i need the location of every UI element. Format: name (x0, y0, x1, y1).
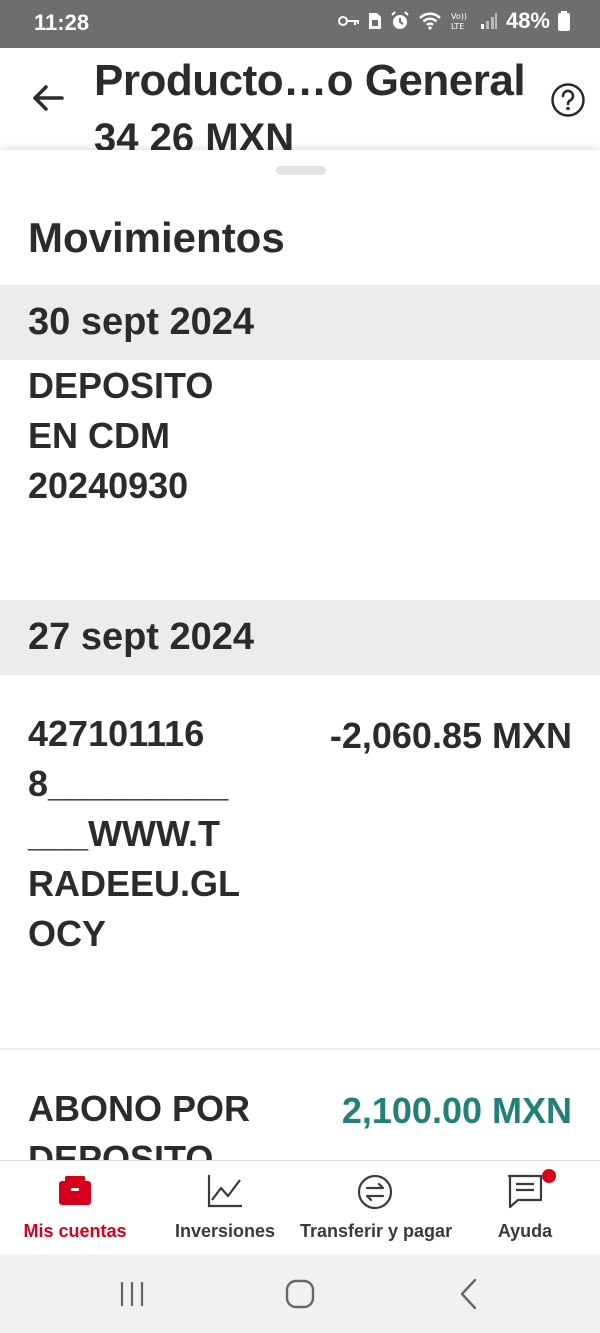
transaction-description-line: 427101116 (28, 713, 205, 754)
volte-icon: Vo))LTE (451, 12, 467, 31)
key-icon (337, 16, 359, 26)
transaction-amount: 2,100.00 MXN (341, 1090, 572, 1131)
question-circle-icon[interactable] (550, 82, 586, 118)
transaction-item[interactable]: DEPOSITO EN CDM 20240930 (28, 361, 278, 511)
chat-icon (507, 1174, 543, 1209)
transaction-description-line: DEPOSITO (28, 1138, 214, 1160)
transaction-item[interactable]: 427101116 8_________ ___WWW.T RADEEU.GL … (28, 709, 278, 959)
nav-item-transferir-y-pagar[interactable]: Transferir y pagar (300, 1161, 453, 1255)
notification-dot (542, 1169, 556, 1183)
sim-icon (368, 13, 381, 29)
nav-item-mis-cuentas[interactable]: Mis cuentas (0, 1161, 150, 1255)
transaction-description-line: 8_________ (28, 763, 229, 804)
movements-sheet[interactable]: Movimientos 30 sept 2024 DEPOSITO EN CDM… (0, 150, 600, 1160)
transaction-amount: -2,060.85 MXN (329, 715, 572, 756)
signal-icon (480, 13, 497, 29)
status-icons: Vo)) LTE 48% (337, 8, 570, 34)
transaction-description-line: RADEEU.GL (28, 863, 241, 904)
transaction-description-line: ___WWW.T (28, 813, 221, 854)
sheet-drag-handle[interactable] (276, 166, 326, 175)
alarm-icon (391, 11, 409, 29)
chart-line-icon (207, 1175, 242, 1208)
home-icon[interactable] (282, 1276, 318, 1312)
transaction-description-line: 20240930 (28, 465, 189, 506)
arrow-left-icon[interactable] (28, 78, 68, 118)
wifi-icon (419, 12, 441, 30)
nav-item-ayuda[interactable]: Ayuda (450, 1161, 600, 1255)
wallet-icon (59, 1176, 91, 1205)
nav-item-inversiones[interactable]: Inversiones (150, 1161, 300, 1255)
battery-icon (558, 11, 570, 31)
recents-icon[interactable] (114, 1276, 150, 1312)
transaction-description-line: OCY (28, 913, 107, 954)
nav-label: Mis cuentas (23, 1221, 127, 1241)
app-header: Producto…o General 34 26 MXN (0, 48, 600, 150)
nav-label: Inversiones (174, 1221, 276, 1241)
transaction-description-line: DEPOSITO (28, 365, 214, 406)
svg-text:Vo)): Vo)) (451, 12, 467, 21)
svg-text:LTE: LTE (451, 22, 464, 31)
battery-percent: 48% (505, 8, 550, 33)
nav-label: Transferir y pagar (300, 1221, 453, 1241)
bottom-navigation: Mis cuentas Inversiones Transferir y pag… (0, 1160, 600, 1254)
date-label: 27 sept 2024 (28, 616, 255, 658)
date-header: 30 sept 2024 (0, 285, 600, 360)
date-header: 27 sept 2024 (0, 600, 600, 675)
transfer-icon (357, 1174, 393, 1210)
back-icon[interactable] (452, 1276, 488, 1312)
account-balance: 34 26 MXN (94, 116, 295, 150)
divider (0, 1048, 600, 1050)
status-bar: 11:28 Vo)) LTE 48% (0, 0, 600, 48)
transaction-description-line: ABONO POR (28, 1088, 251, 1129)
transaction-description-line: EN CDM (28, 415, 170, 456)
section-title: Movimientos (28, 214, 285, 261)
nav-label: Ayuda (497, 1221, 553, 1241)
system-navigation-bar (0, 1254, 600, 1333)
status-time: 11:28 (34, 10, 90, 35)
page-title: Producto…o General (94, 56, 526, 105)
date-label: 30 sept 2024 (28, 301, 255, 343)
transaction-item[interactable]: ABONO POR DEPOSITO (28, 1084, 278, 1160)
